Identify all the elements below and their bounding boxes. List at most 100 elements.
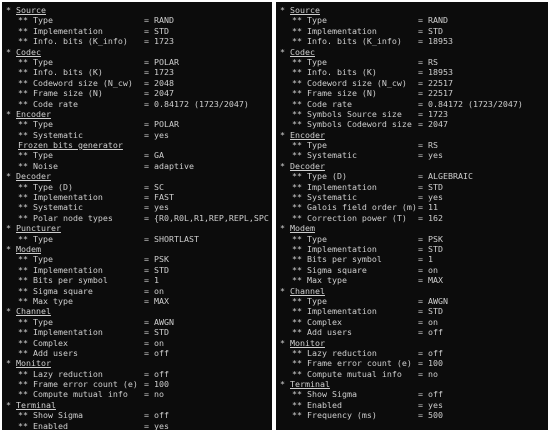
- param-row: ** Frame error count (e) = 100: [280, 358, 545, 368]
- param-value: = SC: [144, 181, 164, 192]
- subsection-title: Frozen bits generator: [18, 140, 123, 151]
- subsection-header: Frozen bits generator: [6, 140, 269, 150]
- param-key: ** Type (D): [292, 171, 347, 182]
- section-title: Codec: [290, 46, 315, 57]
- param-value: = on: [418, 264, 438, 275]
- param-key: ** Code rate: [18, 98, 78, 109]
- param-key: ** Implementation: [18, 327, 103, 338]
- section-title: Terminal: [290, 379, 330, 390]
- section-title: Codec: [16, 46, 41, 57]
- param-row: ** Correction power (T) = 162: [280, 213, 545, 223]
- param-row: ** Type (D) = SC: [6, 182, 269, 192]
- section-header: * Source: [6, 5, 269, 15]
- param-value: = yes: [418, 399, 443, 410]
- param-value: = GA: [144, 150, 164, 161]
- param-key: ** Lazy reduction: [18, 368, 103, 379]
- section-bullet: *: [6, 5, 16, 15]
- param-value: = 1723: [144, 36, 174, 47]
- param-row: ** Implementation = STD: [280, 182, 545, 192]
- section-header: * Codec: [6, 47, 269, 57]
- param-value: = yes: [144, 129, 169, 140]
- param-key: ** Type: [292, 140, 327, 151]
- param-value: = PSK: [418, 233, 443, 244]
- param-key: ** Info. bits (K): [292, 67, 377, 78]
- param-row: ** Complex = on: [6, 338, 269, 348]
- param-key: ** Type: [18, 119, 53, 130]
- param-key: ** Symbols Source size: [292, 108, 402, 119]
- param-row: ** Lazy reduction = off: [6, 369, 269, 379]
- param-key: ** Complex: [18, 337, 68, 348]
- section-title: Encoder: [290, 129, 325, 140]
- param-row: ** Enabled = yes: [6, 421, 269, 430]
- param-key: ** Bits per symbol: [18, 275, 108, 286]
- param-row: ** Polar node types = {R0,R0L,R1,REP,REPL…: [6, 213, 269, 223]
- param-row: ** Compute mutual info = no: [6, 389, 269, 399]
- param-key: ** Type: [18, 150, 53, 161]
- param-value: = MAX: [144, 295, 169, 306]
- param-value: = 100: [418, 358, 443, 369]
- param-key: ** Type: [292, 295, 327, 306]
- param-key: ** Systematic: [18, 129, 83, 140]
- param-row: ** Frame size (N) = 22517: [280, 88, 545, 98]
- param-row: ** Type = AWGN: [280, 296, 545, 306]
- param-key: ** Enabled: [292, 399, 342, 410]
- param-row: ** Systematic = yes: [6, 130, 269, 140]
- param-value: = 500: [418, 410, 443, 421]
- section-header: * Channel: [280, 286, 545, 296]
- param-value: = off: [418, 347, 443, 358]
- param-value: = POLAR: [144, 56, 179, 67]
- param-key: ** Type: [292, 56, 327, 67]
- param-value: = on: [144, 285, 164, 296]
- param-value: = 0.84172 (1723/2047): [144, 98, 249, 109]
- param-value: = 100: [144, 379, 169, 390]
- param-row: ** Frame size (N) = 2047: [6, 88, 269, 98]
- param-row: ** Symbols Codeword size = 2047: [280, 119, 545, 129]
- param-key: ** Sigma square: [292, 264, 367, 275]
- param-key: ** Info. bits (K): [18, 67, 103, 78]
- param-key: ** Systematic: [292, 150, 357, 161]
- param-row: ** Compute mutual info = no: [280, 369, 545, 379]
- param-key: ** Implementation: [292, 25, 377, 36]
- param-value: = 22517: [418, 88, 453, 99]
- param-row: ** Enabled = yes: [280, 400, 545, 410]
- section-bullet: *: [6, 358, 16, 369]
- section-bullet: *: [280, 337, 290, 348]
- param-row: ** Lazy reduction = off: [280, 348, 545, 358]
- param-key: ** Show Sigma: [18, 410, 83, 421]
- param-key: ** Implementation: [292, 306, 377, 317]
- param-key: ** Correction power (T): [292, 212, 407, 223]
- param-row: ** Max type = MAX: [6, 296, 269, 306]
- param-value: = STD: [418, 243, 443, 254]
- param-value: = 2048: [144, 77, 174, 88]
- param-value: = no: [418, 368, 438, 379]
- param-value: = yes: [144, 420, 169, 430]
- param-key: ** Type: [292, 233, 327, 244]
- section-title: Channel: [290, 285, 325, 296]
- param-value: = STD: [144, 25, 169, 36]
- param-value: = adaptive: [144, 160, 194, 171]
- param-row: ** Max type = MAX: [280, 275, 545, 285]
- param-value: = STD: [418, 181, 443, 192]
- param-value: = FAST: [144, 192, 174, 203]
- param-key: ** Max type: [18, 295, 73, 306]
- section-title: Terminal: [16, 399, 56, 410]
- param-key: ** Frame size (N): [18, 88, 103, 99]
- param-row: ** Info. bits (K) = 18953: [280, 67, 545, 77]
- section-bullet: *: [280, 379, 290, 390]
- param-row: ** Frame error count (e) = 100: [6, 379, 269, 389]
- param-row: ** Type = PSK: [280, 234, 545, 244]
- param-value: = 2047: [144, 88, 174, 99]
- param-key: ** Frequency (ms): [292, 410, 377, 421]
- section-bullet: *: [280, 160, 290, 171]
- param-row: ** Systematic = yes: [280, 150, 545, 160]
- param-row: ** Add users = off: [280, 327, 545, 337]
- section-header: * Encoder: [6, 109, 269, 119]
- param-key: ** Noise: [18, 160, 58, 171]
- section-header: * Decoder: [6, 171, 269, 181]
- param-row: ** Type = RS: [280, 57, 545, 67]
- section-header: * Modem: [280, 223, 545, 233]
- section-header: * Encoder: [280, 130, 545, 140]
- param-key: ** Sigma square: [18, 285, 93, 296]
- param-key: ** Info. bits (K_info): [292, 36, 402, 47]
- param-value: = 1: [144, 275, 159, 286]
